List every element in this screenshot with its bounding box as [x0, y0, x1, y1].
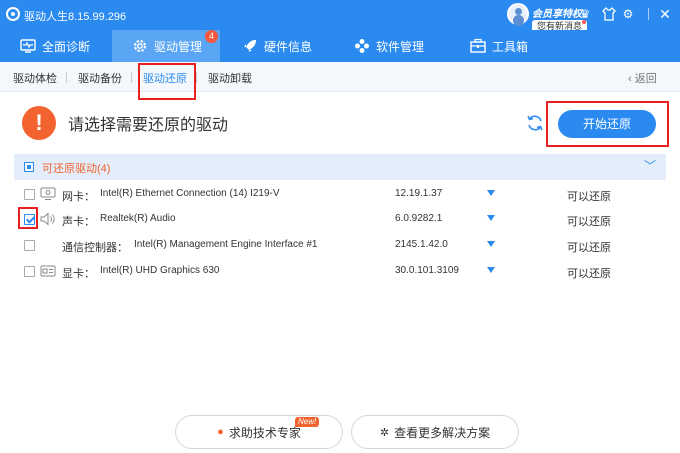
- device-name: Intel(R) Management Engine Interface #1: [134, 239, 318, 250]
- tab-label: 软件管理: [376, 39, 425, 54]
- rocket-icon: [242, 38, 258, 54]
- version-dropdown-icon[interactable]: [487, 241, 495, 247]
- avatar-icon[interactable]: [507, 3, 529, 25]
- refresh-icon[interactable]: [525, 113, 545, 133]
- more-solutions-label: 查看更多解决方案: [394, 425, 491, 440]
- warning-icon: !: [22, 106, 56, 140]
- version-dropdown-icon[interactable]: [487, 215, 495, 221]
- row-checkbox[interactable]: [24, 189, 35, 200]
- gear-icon[interactable]: ⚙: [621, 7, 635, 21]
- driver-version: 12.19.1.37: [395, 188, 443, 199]
- restore-status: 可以还原: [567, 268, 611, 280]
- restore-status: 可以还原: [567, 216, 611, 228]
- subtab-driver-backup[interactable]: 驱动备份: [78, 70, 122, 86]
- driver-version: 6.0.9282.1: [395, 213, 443, 224]
- subtab-divider: [131, 72, 132, 83]
- tab-label: 工具箱: [492, 39, 529, 54]
- back-label: 返回: [634, 73, 657, 85]
- app-logo-icon: [6, 7, 20, 21]
- highlight-box-subtab: [138, 63, 196, 100]
- vip-label[interactable]: 会员享特权: [532, 5, 582, 20]
- table-row: 网卡： Intel(R) Ethernet Connection (14) I2…: [14, 181, 666, 207]
- monitor-pulse-icon: [20, 38, 36, 54]
- sub-nav: 驱动体检 驱动备份 驱动还原 驱动卸载 ‹ 返回: [0, 62, 680, 92]
- speaker-icon: [40, 212, 56, 226]
- device-name: Intel(R) UHD Graphics 630: [100, 265, 220, 276]
- page-prompt: 请选择需要还原的驱动: [68, 117, 229, 134]
- group-label: 可还原驱动(4): [42, 163, 111, 175]
- tab-hardware-info[interactable]: 硬件信息: [242, 30, 332, 62]
- close-icon[interactable]: ✕: [658, 7, 672, 21]
- highlight-box-start-button: [546, 101, 669, 147]
- title-bar: 驱动人生8.15.99.296 会员享特权 您有新消息 ♛ ⚙ ✕: [0, 0, 680, 32]
- subtab-divider: [196, 72, 197, 83]
- new-tag: New!: [295, 417, 320, 427]
- window-title: 驱动人生8.15.99.296: [24, 11, 127, 23]
- table-row: 通信控制器： Intel(R) Management Engine Interf…: [14, 232, 666, 258]
- group-header[interactable]: 可还原驱动(4) ﹀: [14, 154, 666, 180]
- chevron-left-icon: ‹: [628, 73, 635, 85]
- table-row: 声卡： Realtek(R) Audio 6.0.9282.1 可以还原: [14, 206, 666, 232]
- lightbulb-icon: ✲: [379, 426, 390, 439]
- device-category: 声卡：: [62, 216, 95, 228]
- highlight-box-checkbox: [18, 207, 38, 229]
- tab-software-management[interactable]: 软件管理: [354, 30, 444, 62]
- tab-label: 全面诊断: [42, 39, 91, 54]
- restore-status: 可以还原: [567, 191, 611, 203]
- device-category: 网卡：: [62, 191, 95, 203]
- device-name: Realtek(R) Audio: [100, 213, 176, 224]
- restore-status: 可以还原: [567, 242, 611, 254]
- tab-label: 硬件信息: [264, 39, 313, 54]
- subtab-driver-uninstall[interactable]: 驱动卸载: [208, 70, 252, 86]
- active-subtab-underline: [142, 26, 186, 28]
- row-checkbox[interactable]: [24, 240, 35, 251]
- version-dropdown-icon[interactable]: [487, 190, 495, 196]
- driver-version: 2145.1.42.0: [395, 239, 448, 250]
- app-window: 驱动人生8.15.99.296 会员享特权 您有新消息 ♛ ⚙ ✕ 全面诊断 驱…: [0, 0, 680, 453]
- toolbox-icon: [470, 38, 486, 54]
- main-nav: 全面诊断 驱动管理 硬件信息 软件管理 工具箱: [0, 30, 680, 62]
- subtab-divider: [66, 72, 67, 83]
- version-dropdown-icon[interactable]: [487, 267, 495, 273]
- tab-toolbox[interactable]: 工具箱: [470, 30, 560, 62]
- more-solutions-button[interactable]: ✲ 查看更多解决方案: [351, 415, 519, 449]
- table-row: 显卡： Intel(R) UHD Graphics 630 30.0.101.3…: [14, 258, 666, 284]
- person-icon: ●: [217, 426, 224, 438]
- device-category: 显卡：: [62, 268, 95, 280]
- display-card-icon: [40, 264, 56, 278]
- notification-badge: 4: [205, 30, 218, 43]
- ask-expert-label: 求助技术专家: [228, 425, 301, 440]
- back-link[interactable]: ‹ 返回: [628, 70, 657, 86]
- network-card-icon: [40, 187, 56, 201]
- subtab-driver-check[interactable]: 驱动体检: [13, 70, 57, 86]
- gear-icon: [132, 38, 148, 54]
- device-name: Intel(R) Ethernet Connection (14) I219-V: [100, 188, 280, 199]
- select-all-checkbox[interactable]: [24, 162, 34, 172]
- driver-version: 30.0.101.3109: [395, 265, 459, 276]
- tab-label: 驱动管理: [154, 39, 203, 54]
- apps-icon: [354, 38, 370, 54]
- crown-icon[interactable]: ♛: [578, 7, 592, 21]
- chevron-down-icon[interactable]: ﹀: [644, 157, 656, 174]
- device-category: 通信控制器：: [62, 242, 128, 254]
- tab-full-diagnosis[interactable]: 全面诊断: [20, 30, 110, 62]
- tab-driver-management[interactable]: 驱动管理: [112, 30, 220, 62]
- row-checkbox[interactable]: [24, 266, 35, 277]
- title-separator: [648, 8, 649, 20]
- shirt-icon[interactable]: [602, 7, 616, 21]
